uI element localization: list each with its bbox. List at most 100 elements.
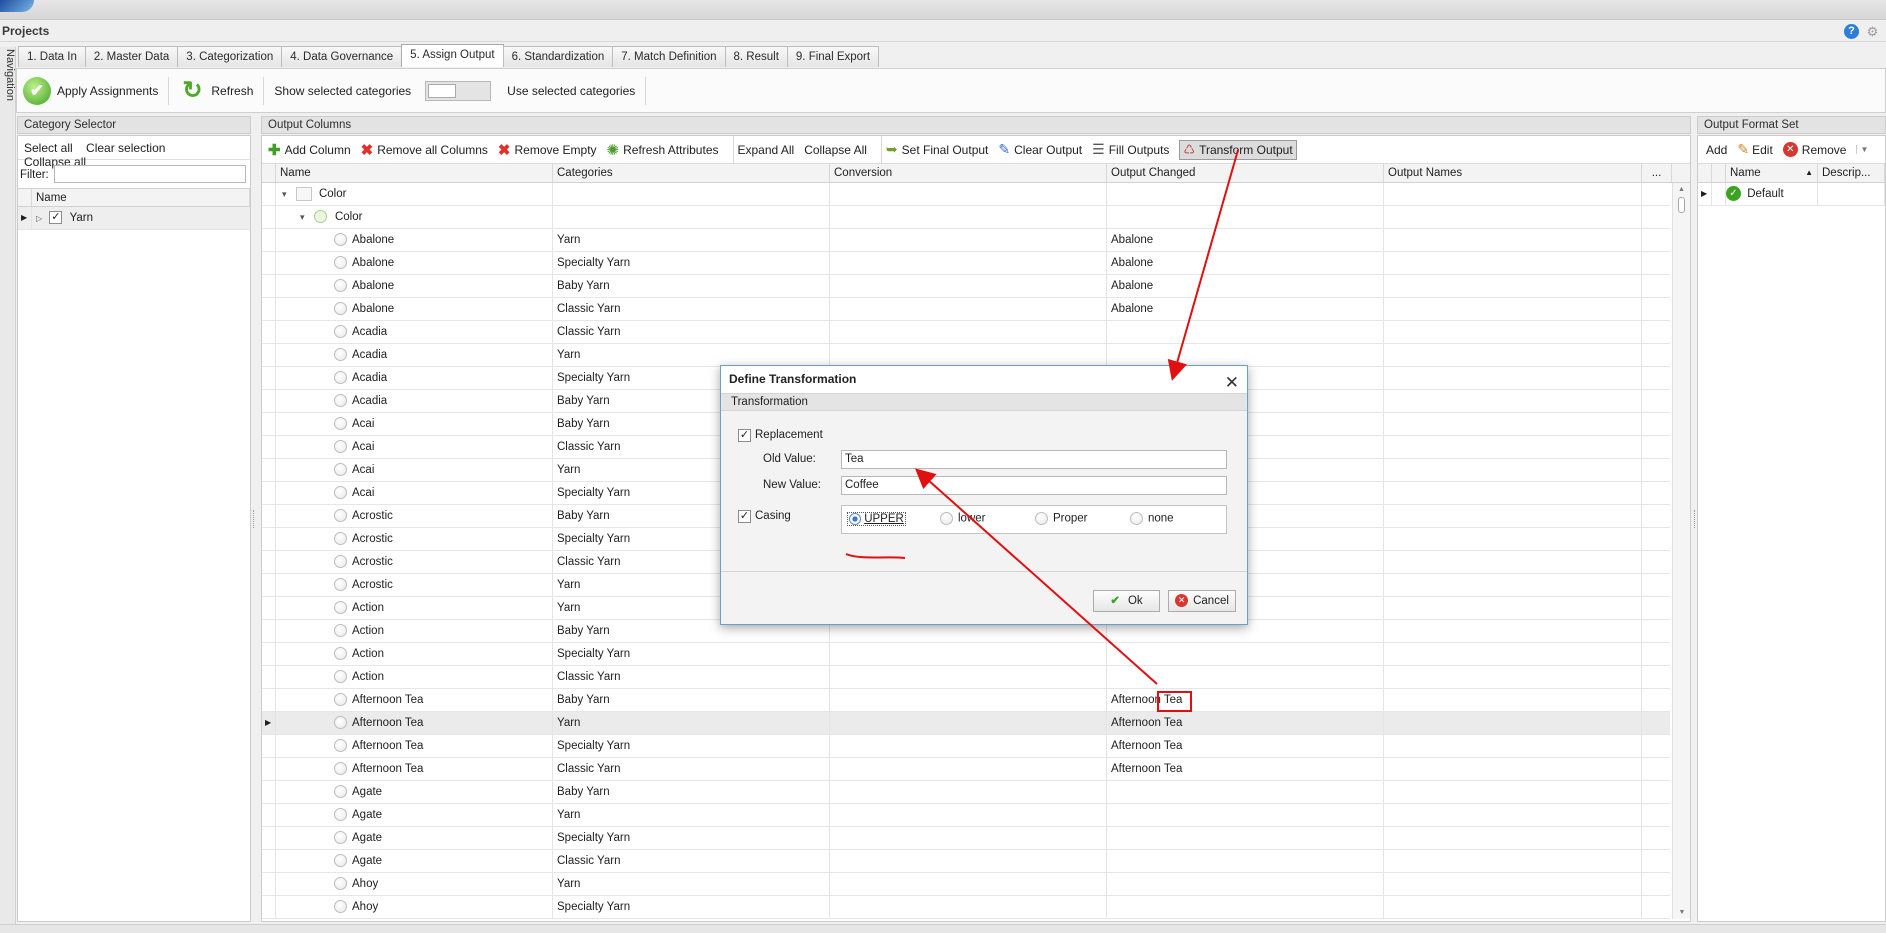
cell-name: Acai [276,413,553,435]
vertical-scrollbar[interactable]: ▲ ▼ [1672,183,1690,919]
format-row-default[interactable]: ▶ ✓ Default [1698,183,1885,206]
tab-8[interactable]: 8. Result [724,46,788,67]
table-row[interactable]: Afternoon Tea Classic Yarn Afternoon Tea [262,758,1670,781]
yarn-checkbox[interactable]: ✓ [49,211,63,225]
table-row[interactable]: Agate Yarn [262,804,1670,827]
category-toggle-switch[interactable] [425,80,492,101]
new-value-input[interactable]: Coffee [841,476,1227,495]
tab-5[interactable]: 5. Assign Output [401,44,504,67]
navigation-label[interactable]: Navigation [2,47,16,103]
cancel-button[interactable]: ✕ Cancel [1168,590,1236,612]
column-header-name[interactable]: Name [32,189,250,206]
refresh-attributes-button[interactable]: Refresh Attributes [623,143,718,157]
check-icon: ✔ [1110,595,1120,607]
column-header-conversion[interactable]: Conversion [830,164,1107,182]
collapse-arrow-icon[interactable]: ▾ [282,189,287,199]
remove-all-columns-button[interactable]: Remove all Columns [377,143,488,157]
add-format-button[interactable]: Add [1706,143,1727,157]
table-row[interactable]: Agate Specialty Yarn [262,827,1670,850]
row-indicator [262,574,276,596]
table-row[interactable]: ▶ Afternoon Tea Yarn Afternoon Tea [262,712,1670,735]
expand-all-button[interactable]: Expand All [738,143,795,157]
table-row[interactable]: Agate Baby Yarn [262,781,1670,804]
column-header-categories[interactable]: Categories [553,164,830,182]
casing-checkbox[interactable]: ✓ [738,510,751,523]
cell-category: Yarn [553,229,830,251]
table-row[interactable]: Action Classic Yarn [262,666,1670,689]
tab-4[interactable]: 4. Data Governance [281,46,403,67]
table-row[interactable]: Abalone Yarn Abalone [262,229,1670,252]
settings-icon[interactable]: ⚙ [1865,24,1880,39]
remove-empty-button[interactable]: Remove Empty [515,143,597,157]
add-column-button[interactable]: Add Column [285,143,351,157]
subgroup-row-color[interactable]: ▾ Color [262,206,1670,229]
tab-2[interactable]: 2. Master Data [84,46,179,67]
table-row[interactable]: Afternoon Tea Specialty Yarn Afternoon Tea [262,735,1670,758]
casing-upper-option[interactable]: UPPER [847,512,906,527]
dropdown-arrow-icon[interactable]: ▼ [1856,145,1868,154]
tab-3[interactable]: 3. Categorization [177,46,283,67]
close-icon[interactable]: ✕ [1225,369,1239,396]
table-row[interactable]: Afternoon Tea Baby Yarn Afternoon Tea [262,689,1670,712]
table-row[interactable]: Abalone Classic Yarn Abalone [262,298,1670,321]
column-header-output-names[interactable]: Output Names [1384,164,1642,182]
collapse-arrow-icon[interactable]: ▾ [300,212,305,222]
remove-format-button[interactable]: Remove [1802,143,1847,157]
cell-name: Afternoon Tea [276,735,553,757]
navigation-strip[interactable] [0,47,16,933]
tab-1[interactable]: 1. Data In [18,46,86,67]
clear-selection-button[interactable]: Clear selection [86,141,165,155]
table-row[interactable]: Ahoy Specialty Yarn [262,896,1670,919]
cell-category: Baby Yarn [553,689,830,711]
tab-7[interactable]: 7. Match Definition [612,46,726,67]
left-splitter[interactable] [253,510,256,528]
cell-conversion [830,344,1107,366]
table-row[interactable]: Abalone Baby Yarn Abalone [262,275,1670,298]
edit-format-button[interactable]: Edit [1752,143,1773,157]
apply-assignments-button[interactable]: ✔ Apply Assignments [17,74,164,108]
column-header-output-changed[interactable]: Output Changed [1107,164,1384,182]
transform-output-button[interactable]: ♺ Transform Output [1179,139,1297,160]
table-row[interactable]: Action Specialty Yarn [262,643,1670,666]
column-header-name[interactable]: Name [276,164,553,182]
table-row[interactable]: Acadia Yarn [262,344,1670,367]
casing-lower-option[interactable]: lower [940,512,985,525]
replacement-checkbox[interactable]: ✓ [738,429,751,442]
cell-output-changed [1107,896,1384,918]
scroll-down-icon[interactable]: ▼ [1673,909,1690,916]
set-final-output-button[interactable]: Set Final Output [902,143,989,157]
cell-name: Afternoon Tea [276,689,553,711]
refresh-button[interactable]: ↻ Refresh [173,74,259,108]
cell-output-names [1384,873,1642,895]
fill-outputs-button[interactable]: Fill Outputs [1109,143,1170,157]
table-row[interactable]: Acadia Classic Yarn [262,321,1670,344]
ok-button[interactable]: ✔ Ok [1093,590,1160,612]
clear-output-button[interactable]: Clear Output [1014,143,1082,157]
table-row[interactable]: Agate Classic Yarn [262,850,1670,873]
column-header-description[interactable]: Descrip... [1818,164,1885,182]
casing-proper-option[interactable]: Proper [1035,512,1088,525]
filter-input[interactable] [54,165,246,183]
scroll-thumb[interactable] [1678,197,1685,213]
help-icon[interactable]: ? [1844,24,1859,39]
expand-arrow-icon[interactable]: ▷ [36,214,42,223]
scroll-up-icon[interactable]: ▲ [1673,186,1690,193]
collapse-all-columns-button[interactable]: Collapse All [804,143,867,157]
value-icon [334,670,347,684]
column-header-name[interactable]: Name ▲ [1726,164,1818,182]
table-row[interactable]: Abalone Specialty Yarn Abalone [262,252,1670,275]
cell-output-names [1384,666,1642,688]
cell-output-changed: Abalone [1107,275,1384,297]
column-chooser-button[interactable]: ... [1642,164,1672,182]
value-icon [334,900,347,914]
category-row-yarn[interactable]: ▶ ▷ ✓ Yarn [18,207,250,230]
cell-output-names [1384,735,1642,757]
table-row[interactable]: Ahoy Yarn [262,873,1670,896]
casing-none-option[interactable]: none [1130,512,1174,525]
cell-name: Afternoon Tea [276,712,553,734]
group-row-color[interactable]: ▾ Color [262,183,1670,206]
old-value-input[interactable]: Tea [841,450,1227,469]
tab-9[interactable]: 9. Final Export [786,46,880,67]
tab-6[interactable]: 6. Standardization [502,46,614,67]
select-all-button[interactable]: Select all [24,141,73,155]
